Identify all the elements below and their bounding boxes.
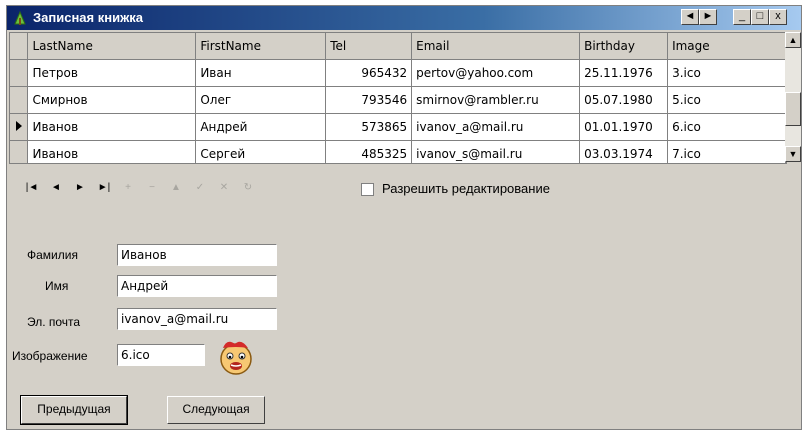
cell-birthday[interactable]: 05.07.1980 [579, 86, 669, 114]
cell-birthday[interactable]: 01.01.1970 [579, 113, 669, 141]
cell-image[interactable]: 7.ico [667, 140, 786, 163]
last-record-icon[interactable]: ►| [93, 178, 115, 198]
image-field[interactable]: 6.ico [117, 344, 205, 366]
cell-lastname[interactable]: Иванов [27, 140, 197, 163]
data-grid[interactable]: LastName FirstName Tel Email Birthday Im… [9, 32, 787, 164]
cell-firstname[interactable]: Сергей [195, 140, 327, 163]
insert-icon[interactable]: + [117, 178, 139, 198]
scroll-down-icon[interactable]: ▼ [785, 146, 801, 162]
title-bar: Записная книжка ◄ ► _ □ x [7, 6, 801, 30]
smiley-face-icon [220, 341, 252, 375]
table-row-current[interactable]: Иванов Андрей 573865 ivanov_a@mail.ru 01… [10, 113, 786, 141]
post-icon[interactable]: ✓ [189, 178, 211, 198]
cell-birthday[interactable]: 03.03.1974 [579, 140, 669, 163]
cell-image[interactable]: 6.ico [667, 113, 786, 141]
column-header-firstname[interactable]: FirstName [195, 33, 327, 60]
firstname-label: Имя [45, 279, 69, 293]
table-row[interactable]: Смирнов Олег 793546 smirnov@rambler.ru 0… [10, 86, 786, 114]
grid-vertical-scrollbar[interactable]: ▲ ▼ [785, 32, 801, 162]
scroll-thumb[interactable] [785, 92, 801, 126]
grid-corner [10, 33, 29, 60]
cell-email[interactable]: ivanov_a@mail.ru [411, 113, 581, 141]
refresh-icon[interactable]: ↻ [237, 178, 259, 198]
cell-image[interactable]: 3.ico [667, 59, 786, 87]
lastname-field[interactable]: Иванов [117, 244, 277, 266]
maximize-button[interactable]: □ [751, 9, 769, 25]
row-indicator[interactable] [10, 59, 29, 87]
table-row[interactable]: Иванов Сергей 485325 ivanov_s@mail.ru 03… [10, 140, 786, 163]
nav-right-icon[interactable]: ► [699, 9, 717, 25]
column-header-email[interactable]: Email [411, 33, 581, 60]
previous-button[interactable]: Предыдущая [20, 395, 128, 425]
email-label: Эл. почта [27, 315, 81, 329]
row-indicator[interactable] [10, 140, 29, 163]
cell-firstname[interactable]: Андрей [195, 113, 327, 141]
window-title: Записная книжка [33, 10, 144, 25]
lastname-label: Фамилия [27, 248, 78, 262]
cell-tel[interactable]: 573865 [325, 113, 413, 141]
cancel-icon[interactable]: ✕ [213, 178, 235, 198]
cell-lastname[interactable]: Иванов [27, 113, 197, 141]
grid-table: LastName FirstName Tel Email Birthday Im… [10, 33, 786, 163]
nav-left-icon[interactable]: ◄ [681, 9, 699, 25]
cell-email[interactable]: smirnov@rambler.ru [411, 86, 581, 114]
grid-header-row: LastName FirstName Tel Email Birthday Im… [10, 33, 786, 60]
column-header-lastname[interactable]: LastName [27, 33, 197, 60]
cell-image[interactable]: 5.ico [667, 86, 786, 114]
cell-tel[interactable]: 793546 [325, 86, 413, 114]
close-button[interactable]: x [769, 9, 787, 25]
column-header-birthday[interactable]: Birthday [579, 33, 669, 60]
cell-tel[interactable]: 485325 [325, 140, 413, 163]
cell-birthday[interactable]: 25.11.1976 [579, 59, 669, 87]
current-row-arrow-icon[interactable] [10, 113, 29, 141]
cell-firstname[interactable]: Олег [195, 86, 327, 114]
delete-icon[interactable]: − [141, 178, 163, 198]
column-header-image[interactable]: Image [667, 33, 786, 60]
row-indicator[interactable] [10, 86, 29, 114]
prior-record-icon[interactable]: ◄ [45, 178, 67, 198]
scroll-up-icon[interactable]: ▲ [785, 32, 801, 48]
minimize-button[interactable]: _ [733, 9, 751, 25]
cell-tel[interactable]: 965432 [325, 59, 413, 87]
allow-edit-checkbox[interactable] [361, 183, 374, 196]
cell-firstname[interactable]: Иван [195, 59, 327, 87]
edit-icon[interactable]: ▲ [165, 178, 187, 198]
cell-email[interactable]: pertov@yahoo.com [411, 59, 581, 87]
next-button[interactable]: Следующая [167, 396, 265, 424]
column-header-tel[interactable]: Tel [325, 33, 413, 60]
app-icon [14, 10, 26, 25]
cell-lastname[interactable]: Смирнов [27, 86, 197, 114]
cell-lastname[interactable]: Петров [27, 59, 197, 87]
app-window: Записная книжка ◄ ► _ □ x LastName First… [6, 5, 802, 430]
email-field[interactable]: ivanov_a@mail.ru [117, 308, 277, 330]
image-label: Изображение [12, 349, 88, 363]
table-row[interactable]: Петров Иван 965432 pertov@yahoo.com 25.1… [10, 59, 786, 87]
cell-email[interactable]: ivanov_s@mail.ru [411, 140, 581, 163]
first-record-icon[interactable]: |◄ [21, 178, 43, 198]
next-record-icon[interactable]: ► [69, 178, 91, 198]
allow-edit-label: Разрешить редактирование [382, 181, 550, 196]
firstname-field[interactable]: Андрей [117, 275, 277, 297]
